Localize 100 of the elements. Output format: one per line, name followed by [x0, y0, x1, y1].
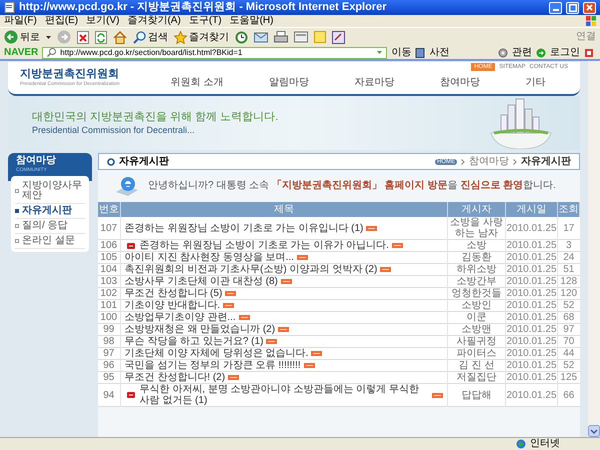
number-cell: 95 — [98, 372, 120, 384]
maximize-icon — [568, 4, 576, 12]
date-cell: 2010.01.25 — [506, 348, 558, 360]
post-title-link[interactable]: 무조건 찬성합니다 (5) — [124, 288, 222, 299]
writer-cell: 이쿤 — [448, 312, 506, 324]
date-cell: 2010.01.25 — [506, 360, 558, 372]
views-cell: 97 — [558, 324, 580, 336]
sidebar-item[interactable]: 지방이양사무 제안 — [15, 179, 85, 204]
writer-cell: 소방 — [448, 240, 506, 252]
post-title-link[interactable]: 무조건 찬성합니다! (2) — [124, 372, 226, 383]
views-cell: 44 — [558, 348, 580, 360]
date-cell: 2010.01.25 — [506, 264, 558, 276]
number-cell: 106 — [98, 240, 120, 252]
post-title-link[interactable]: 촉진위원회의 비전과 기초사무(소방) 이양과의 엇박자 (2) — [124, 264, 378, 275]
dropdown-arrow-icon — [377, 51, 382, 54]
post-title-link[interactable]: 소방사무 기초단체 이관 대찬성 (8) — [124, 276, 278, 287]
page-icon — [4, 2, 15, 13]
post-title-link[interactable]: 소방방재청은 왜 만들었습니까 (2) — [124, 324, 276, 335]
date-cell: 2010.01.25 — [506, 240, 558, 252]
address-field[interactable]: http://www.pcd.go.kr/section/board/list.html?BKid=1 — [42, 46, 388, 58]
views-cell: 128 — [558, 276, 580, 288]
slogan-english: Presidential Commission for Decentrali... — [32, 126, 196, 134]
scrollbar[interactable] — [588, 61, 600, 437]
date-cell: 2010.01.25 — [506, 336, 558, 348]
ie-logo-icon — [114, 175, 140, 197]
close-icon — [584, 2, 595, 13]
post-title-link[interactable]: 국민을 섬기는 정부의 가장큰 오류 !!!!!!!! — [124, 360, 301, 371]
post-title-link[interactable]: 아이티 지진 참사현장 동영상을 보며... — [124, 252, 294, 263]
views-cell: 51 — [558, 264, 580, 276]
breadcrumb-link[interactable]: 자유게시판 — [521, 156, 571, 166]
writer-cell: 저질집단 — [448, 372, 506, 384]
status-zone: 인터넷 — [530, 439, 560, 449]
views-cell: 125 — [558, 372, 580, 384]
writer-cell: 파이터스 — [448, 348, 506, 360]
sidebar-item[interactable]: 질의/ 응답 — [15, 219, 85, 234]
history-icon[interactable] — [235, 30, 248, 44]
views-cell: 120 — [558, 288, 580, 300]
views-cell: 52 — [558, 360, 580, 372]
column-header: 번호 — [98, 202, 120, 217]
site-logo[interactable]: 지방분권촉진위원회 — [20, 69, 140, 80]
menu-item[interactable]: 즐겨찾기(A) — [127, 16, 181, 26]
post-title-link[interactable]: 무식한 아저씨, 분명 소방관아니야 소방관들에는 이렇게 무식한 사람 없거든 (1) — [140, 384, 429, 406]
go-button[interactable]: 이동 — [391, 48, 412, 58]
favorites-button[interactable]: 즐겨찾기 — [174, 30, 229, 44]
refresh-icon[interactable] — [95, 30, 107, 44]
post-title-link[interactable]: 기초단체 이양 자체에 당위성은 없습니다. — [124, 348, 308, 359]
date-cell: 2010.01.25 — [506, 217, 558, 240]
maximize-button[interactable] — [566, 2, 579, 14]
number-cell: 104 — [98, 264, 120, 276]
slogan: 대한민국의 지방분권촉진을 위해 함께 노력합니다. — [32, 112, 280, 122]
writer-cell: 엉청한것들 — [448, 288, 506, 300]
menu-item[interactable]: 도움말(H) — [230, 16, 274, 26]
dictionary-button[interactable]: 사전 — [429, 48, 450, 58]
windows-logo-icon — [586, 16, 596, 26]
post-title-link[interactable]: 존경하는 위원장님 소방이 기초로 가는 이유입니다 (1) — [124, 222, 364, 234]
nav-link[interactable]: 알림마당 — [268, 78, 309, 88]
date-cell: 2010.01.25 — [506, 384, 558, 406]
post-title-link[interactable]: 존경하는 위원장님 소방이 기초로 가는 이유가 아닙니다. — [140, 240, 389, 251]
number-cell: 97 — [98, 348, 120, 360]
login-button[interactable]: 로그인 — [550, 48, 580, 58]
menu-item[interactable]: 편집(E) — [44, 16, 78, 26]
post-title-link[interactable]: 무슨 작당을 하고 있는거요? (1) — [124, 336, 264, 347]
number-cell: 103 — [98, 276, 120, 288]
date-cell: 2010.01.25 — [506, 324, 558, 336]
menu-item[interactable]: 파일(F) — [4, 16, 37, 26]
naver-logo: NAVER — [4, 48, 38, 58]
gear-icon — [498, 48, 508, 58]
menu-item[interactable]: 도구(T) — [188, 16, 222, 26]
post-title-link[interactable]: 기초이양 반대합니다. — [124, 300, 220, 311]
views-cell: 70 — [558, 336, 580, 348]
menu-item[interactable]: 보기(V) — [86, 16, 120, 26]
search-button[interactable]: 검색 — [133, 30, 168, 44]
writer-cell: 소방을 사랑하는 남자 — [448, 217, 506, 240]
writer-cell: 사필귀정 — [448, 336, 506, 348]
nav-link[interactable]: 기타 — [525, 78, 546, 88]
mail-icon[interactable] — [254, 31, 268, 43]
stop-icon[interactable] — [77, 30, 89, 44]
sidebar-item[interactable]: 자유게시판 — [15, 204, 85, 219]
nav-link[interactable]: 자료마당 — [354, 78, 394, 88]
views-cell: 52 — [558, 300, 580, 312]
nav-link[interactable]: 참여마당 — [440, 78, 480, 88]
column-header: 조회 — [558, 202, 580, 217]
breadcrumb-link[interactable]: 참여마당 — [469, 156, 509, 166]
views-cell: 24 — [558, 252, 580, 264]
dropdown-arrow-icon[interactable] — [46, 36, 51, 38]
nav-link[interactable]: 위원회 소개 — [170, 78, 224, 88]
related-button[interactable]: 관련 — [512, 48, 532, 58]
printer-icon[interactable] — [274, 30, 288, 44]
sidebar-item[interactable]: 온라인 설문 — [15, 234, 85, 249]
views-cell: 68 — [558, 312, 580, 324]
date-cell: 2010.01.25 — [506, 372, 558, 384]
minimize-button[interactable] — [549, 2, 562, 14]
back-button[interactable]: 뒤로 — [4, 30, 40, 44]
home-icon[interactable] — [113, 30, 127, 44]
globe-icon — [516, 439, 526, 449]
close-button[interactable] — [583, 2, 596, 14]
writer-cell: 소방인 — [448, 300, 506, 312]
edit-icon[interactable] — [294, 31, 308, 43]
post-title-link[interactable]: 소방업무기초이양 관련... — [124, 312, 236, 323]
minimize-icon — [552, 8, 558, 10]
